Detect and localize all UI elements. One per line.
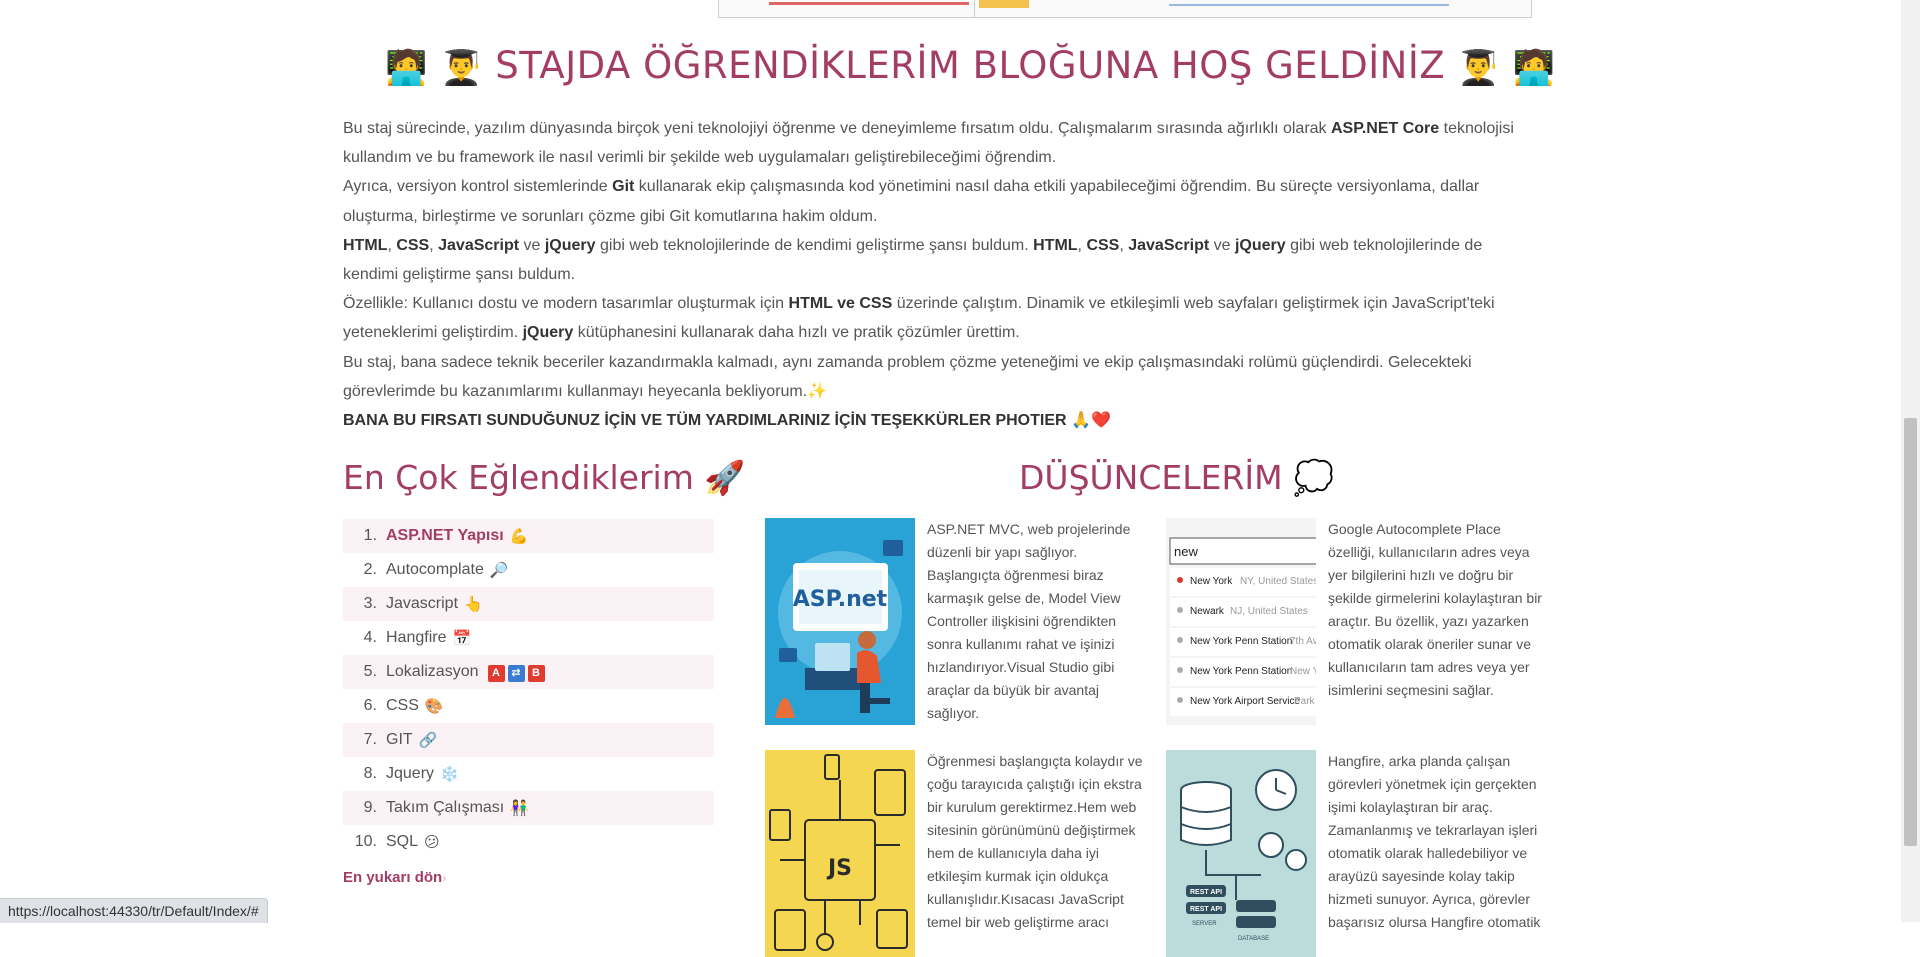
svg-text:REST API: REST API (1190, 889, 1222, 896)
favorite-item-jquery[interactable]: 8. Jquery ❄️ (343, 757, 714, 791)
back-to-top-link[interactable]: En yukarı dön› (343, 869, 446, 886)
calendar-icon: 📅 (452, 630, 472, 647)
intro-paragraph: Özellikle: Kullanıcı dostu ve modern tas… (343, 295, 1495, 342)
svg-text:New York: New York (1190, 576, 1233, 587)
intro-paragraph: HTML, CSS, JavaScript ve jQuery gibi web… (343, 236, 1483, 284)
favorite-item-takim[interactable]: 9. Takım Çalışması 👫 (343, 791, 714, 825)
thought-card-text: Hangfire, arka planda çalışan görevleri … (1328, 753, 1541, 930)
intro-paragraph: Bu staj, bana sadece teknik beceriler ka… (343, 353, 1472, 400)
graduate-icon: 👨‍🎓 (440, 47, 483, 88)
rocket-icon: 🚀 (704, 458, 746, 497)
thought-card-text: Öğrenmesi başlangıçta kolaydır ve çoğu t… (927, 753, 1143, 930)
intro-paragraph: Ayrıca, versiyon kontrol sistemlerinde G… (343, 178, 1480, 225)
confused-face-icon: 😕 (424, 834, 440, 851)
scrollbar-thumb[interactable] (1904, 418, 1917, 846)
svg-text:Park: Park (1294, 696, 1316, 707)
palette-icon: 🎨 (424, 698, 444, 715)
pointing-up-icon: 👆 (464, 596, 483, 613)
svg-text:Newark: Newark (1190, 606, 1225, 617)
js-logo-text: JS (826, 856, 852, 881)
page-scrollbar[interactable] (1901, 0, 1920, 922)
letter-b-icon: B (527, 664, 545, 682)
aspnet-logo-text: ASP.net (793, 587, 888, 612)
hangfire-illustration: REST API REST API SERVER DATABASE (1166, 750, 1316, 957)
snowflake-icon: ❄️ (440, 766, 459, 783)
thought-card-text: Google Autocomplete Place özelliği, kull… (1328, 521, 1542, 698)
favorite-item-javascript[interactable]: 3. Javascript 👆 (343, 587, 714, 621)
technologist-icon: 🧑‍💻 (385, 47, 428, 88)
shuffle-icon: ⇄ (507, 664, 525, 682)
svg-text:New York Penn Station: New York Penn Station (1190, 636, 1292, 647)
thought-card-text: ASP.NET MVC, web projelerinde düzenli bi… (927, 521, 1131, 721)
previous-section-frame (718, 0, 1532, 18)
thanks-line: BANA BU FIRSATI SUNDUĞUNUZ İÇİN VE TÜM Y… (343, 412, 1111, 430)
browser-status-url: https://localhost:44330/tr/Default/Index… (0, 898, 268, 923)
svg-text:NY, United States: NY, United States (1240, 576, 1316, 587)
autocomplete-query: new (1174, 544, 1198, 559)
aspnet-illustration: ASP.net (765, 518, 915, 725)
autocomplete-illustration: new New York NY, United States Newark NJ… (1166, 518, 1316, 725)
technologist-icon: 🧑‍💻 (1512, 47, 1556, 88)
chevron-right-icon: › (442, 871, 447, 885)
svg-text:NJ, United States: NJ, United States (1230, 606, 1308, 617)
svg-text:DATABASE: DATABASE (1238, 936, 1269, 942)
favorite-item-sql[interactable]: 10. SQL 😕 (343, 825, 714, 859)
sparkles-icon: ✨ (807, 382, 828, 400)
letter-a-icon: A (487, 664, 505, 682)
welcome-title-text: STAJDA ÖĞRENDİKLERİM BLOĞUNA HOŞ GELDİNİ… (495, 44, 1446, 87)
magnifier-icon: 🔎 (489, 562, 509, 579)
svg-text:New Y: New Y (1290, 666, 1316, 677)
thoughts-title: DÜŞÜNCELERİM 💭 (1019, 458, 1335, 497)
svg-text:REST API: REST API (1190, 906, 1222, 913)
team-icon: 👫 (510, 800, 529, 817)
muscle-icon: 💪 (509, 528, 529, 545)
favorite-item-aspnet[interactable]: 1. ASP.NET Yapısı 💪 (343, 519, 714, 553)
pray-heart-icon: 🙏❤️ (1071, 412, 1111, 430)
favorite-item-autocomplate[interactable]: 2. Autocomplate 🔎 (343, 553, 714, 587)
graduate-icon: 👨‍🎓 (1457, 47, 1501, 88)
favorite-item-css[interactable]: 6. CSS 🎨 (343, 689, 714, 723)
favorite-item-git[interactable]: 7. GIT 🔗 (343, 723, 714, 757)
favorite-item-lokalizasyon[interactable]: 5. Lokalizasyon A ⇄ B (343, 655, 714, 689)
intro-paragraph: Bu staj sürecinde, yazılım dünyasında bi… (343, 120, 1514, 167)
thought-bubble-icon: 💭 (1293, 458, 1335, 497)
favorite-item-hangfire[interactable]: 4. Hangfire 📅 (343, 621, 714, 655)
favorites-title: En Çok Eğlendiklerim 🚀 (343, 458, 746, 497)
intro-section: Bu staj sürecinde, yazılım dünyasında bi… (343, 114, 1533, 435)
link-icon: 🔗 (418, 732, 438, 749)
favorites-list: 1. ASP.NET Yapısı 💪 2. Autocomplate 🔎 3. Java… (343, 519, 714, 859)
svg-text:New York Penn Station: New York Penn Station (1190, 666, 1292, 677)
svg-text:New York Airport Service: New York Airport Service (1190, 696, 1300, 707)
javascript-illustration: JS (765, 750, 915, 957)
svg-text:7th Av: 7th Av (1290, 636, 1316, 647)
welcome-title: 🧑‍💻 👨‍🎓 STAJDA ÖĞRENDİKLERİM BLOĞUNA HOŞ… (385, 44, 1555, 88)
localization-icons: A ⇄ B (485, 663, 545, 682)
